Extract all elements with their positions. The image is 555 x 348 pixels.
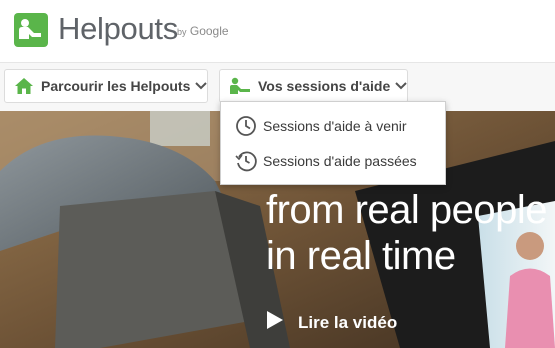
brand-name[interactable]: Helpouts [58,11,178,47]
menu-item-upcoming-sessions[interactable]: Sessions d'aide à venir [221,108,445,144]
chevron-down-icon [195,82,208,90]
home-icon [14,77,34,95]
your-sessions-label: Vos sessions d'aide [258,78,391,94]
header: Helpouts by Google [0,0,555,61]
browse-helpouts-button[interactable]: Parcourir les Helpouts [4,69,208,103]
chevron-down-icon [395,82,407,90]
your-sessions-button[interactable]: Vos sessions d'aide [219,69,408,103]
play-icon [266,310,284,335]
menu-item-label: Sessions d'aide passées [263,153,417,169]
menu-item-past-sessions[interactable]: Sessions d'aide passées [221,143,445,179]
play-video-button[interactable]: Lire la vidéo [266,310,397,335]
play-video-label: Lire la vidéo [298,312,398,332]
hero-headline-line2: in real time [266,234,456,278]
byline-by: by [177,27,187,37]
byline-google: Google [189,24,229,38]
clock-icon [236,116,256,136]
helpouts-logo-icon[interactable] [14,13,48,47]
google-byline: by Google [177,24,229,38]
menu-item-label: Sessions d'aide à venir [263,118,407,134]
sessions-dropdown-menu: Sessions d'aide à venir Sessions d'aide … [220,101,446,185]
history-icon [235,151,257,172]
browse-helpouts-label: Parcourir les Helpouts [41,78,191,94]
hero-headline-line1: from real people [266,188,548,232]
helpouts-person-icon [229,77,251,95]
